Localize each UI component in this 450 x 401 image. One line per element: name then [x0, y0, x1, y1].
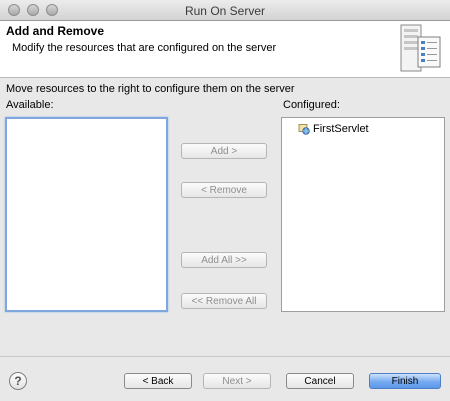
- wizard-header: Add and Remove Modify the resources that…: [0, 21, 450, 78]
- instruction-text: Move resources to the right to configure…: [6, 83, 295, 95]
- list-item[interactable]: FirstServlet: [298, 122, 369, 136]
- add-button[interactable]: Add >: [181, 143, 267, 159]
- configured-item-label: FirstServlet: [313, 123, 369, 135]
- title-bar: Run On Server: [0, 0, 450, 21]
- configured-label: Configured:: [283, 99, 340, 111]
- remove-button[interactable]: < Remove: [181, 182, 267, 198]
- cancel-button[interactable]: Cancel: [286, 373, 354, 389]
- server-config-icon: [400, 24, 441, 72]
- finish-button[interactable]: Finish: [369, 373, 441, 389]
- remove-all-button[interactable]: << Remove All: [181, 293, 267, 309]
- page-description: Modify the resources that are configured…: [12, 42, 277, 54]
- available-list[interactable]: [5, 117, 168, 312]
- help-icon[interactable]: ?: [9, 372, 27, 390]
- back-button[interactable]: < Back: [124, 373, 192, 389]
- run-on-server-dialog: Run On Server Add and Remove Modify the …: [0, 0, 450, 401]
- add-all-button[interactable]: Add All >>: [181, 252, 267, 268]
- next-button[interactable]: Next >: [203, 373, 271, 389]
- configured-list[interactable]: FirstServlet: [281, 117, 445, 312]
- footer-divider: [0, 356, 450, 357]
- window-title: Run On Server: [184, 4, 266, 18]
- available-label: Available:: [6, 99, 54, 111]
- page-title: Add and Remove: [6, 24, 105, 38]
- web-project-icon: [298, 124, 310, 135]
